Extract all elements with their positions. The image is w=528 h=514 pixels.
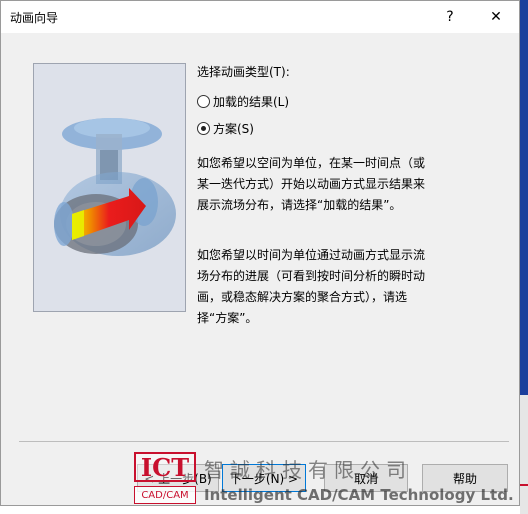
help-icon[interactable]: ? [427, 1, 473, 33]
radio-solutions-label: 方案(S) [213, 122, 254, 136]
valve-flow-image [54, 118, 176, 256]
help-button[interactable]: 帮助 [422, 464, 508, 492]
button-divider [19, 441, 509, 442]
background-window-edge-lower [520, 395, 528, 514]
cancel-button[interactable]: 取消 [324, 464, 408, 492]
animation-type-label: 选择动画类型(T): [197, 65, 290, 79]
radio-loaded-results[interactable]: 加载的结果(L) [197, 93, 289, 110]
title-bar[interactable]: 动画向导 ? ✕ [1, 1, 519, 33]
radio-solutions[interactable]: 方案(S) [197, 120, 254, 137]
solutions-description: 如您希望以时间为单位通过动画方式显示流场分布的进展（可看到按时间分析的瞬时动画，… [197, 248, 426, 325]
radio-checked-icon[interactable] [197, 122, 210, 135]
close-icon[interactable]: ✕ [473, 1, 519, 33]
window-title: 动画向导 [10, 11, 59, 25]
next-button[interactable]: 下一步(N) > [222, 464, 306, 492]
back-button[interactable]: < 上一步(B) [137, 464, 219, 492]
loaded-results-description: 如您希望以空间为单位，在某一时间点（或某一迭代方式）开始以动画方式显示结果来展示… [197, 156, 426, 212]
animation-wizard-dialog: 动画向导 ? ✕ 选择动画类型(T): 加载的结果(L) 方案(S) 如您希望以… [0, 0, 520, 506]
background-window-edge [520, 0, 528, 395]
radio-loaded-results-label: 加载的结果(L) [213, 95, 290, 109]
radio-unchecked-icon[interactable] [197, 95, 210, 108]
flow-animation-illustration [33, 63, 186, 312]
